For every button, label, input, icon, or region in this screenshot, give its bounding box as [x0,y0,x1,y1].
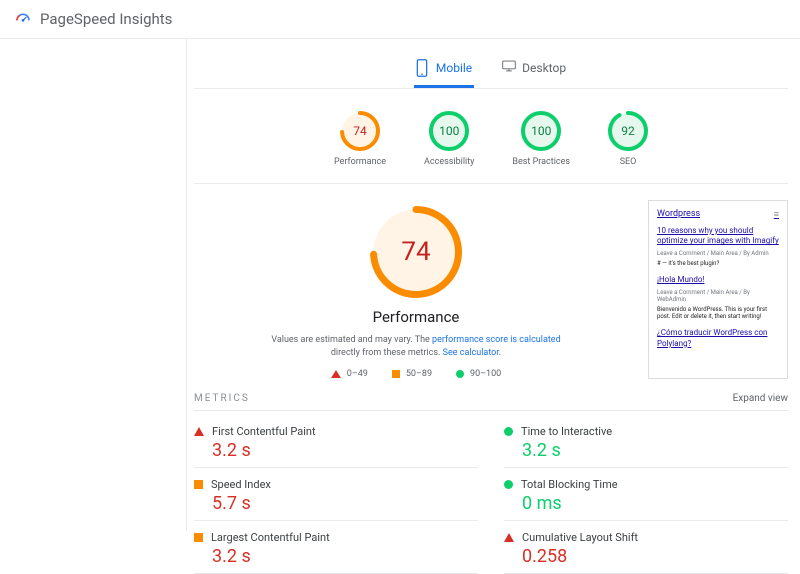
preview-site-title: Wordpress [657,209,700,220]
metric-tbt: Total Blocking Time 0 ms [504,474,788,521]
app-title: PageSpeed Insights [40,10,172,28]
score-accessibility[interactable]: 100 Accessibility [424,111,474,167]
metric-tti-value: 3.2 s [522,440,788,461]
tab-desktop-label: Desktop [522,61,566,75]
site-preview-thumbnail: Wordpress≡ 10 reasons why you should opt… [648,200,788,379]
performance-title: Performance [373,308,460,326]
legend-pass-icon [456,370,464,378]
metric-cls: Cumulative Layout Shift 0.258 [504,527,788,574]
fail-icon [194,427,204,436]
average-icon [194,533,203,542]
score-legend: 0–49 50–89 90–100 [331,369,501,379]
metric-fcp: First Contentful Paint 3.2 s [194,421,478,468]
score-best-practices[interactable]: 100 Best Practices [512,111,570,167]
metric-si: Speed Index 5.7 s [194,474,478,521]
metric-fcp-value: 3.2 s [212,440,478,461]
expand-view-link[interactable]: Expand view [733,393,788,404]
performance-gauge: 74 [370,206,462,298]
see-calculator-link[interactable]: See calculator. [443,348,502,358]
tab-mobile[interactable]: Mobile [414,53,474,88]
metric-tti: Time to Interactive 3.2 s [504,421,788,468]
preview-menu-icon: ≡ [774,209,779,220]
app-header: PageSpeed Insights [0,0,800,39]
metric-lcp: Largest Contentful Paint 3.2 s [194,527,478,574]
score-performance[interactable]: 74 Performance [334,111,386,167]
metric-lcp-value: 3.2 s [212,546,478,567]
pass-icon [504,427,513,436]
metric-si-value: 5.7 s [212,493,478,514]
performance-description: Values are estimated and may vary. The p… [256,334,576,359]
tab-desktop[interactable]: Desktop [500,53,568,88]
pass-icon [504,480,513,489]
tab-mobile-label: Mobile [436,61,472,75]
metrics-header: METRICS Expand view [194,393,788,411]
legend-average-icon [392,370,400,378]
score-seo[interactable]: 92 SEO [608,111,648,167]
performance-section: 74 Performance Values are estimated and … [194,196,788,393]
legend-fail-icon [331,370,341,378]
desktop-icon [502,59,516,77]
fail-icon [504,533,514,542]
mobile-icon [416,59,430,77]
metrics-grid: First Contentful Paint 3.2 s Time to Int… [194,421,788,574]
perf-score-calc-link[interactable]: performance score is calculated [432,335,561,345]
metric-tbt-value: 0 ms [522,493,788,514]
device-tabs: Mobile Desktop [194,53,788,89]
metrics-heading: METRICS [194,393,250,404]
scores-row: 74 Performance 100 Accessibility 100 Bes… [194,103,788,184]
average-icon [194,480,203,489]
psi-logo-icon [14,11,32,27]
metric-cls-value: 0.258 [522,546,788,567]
